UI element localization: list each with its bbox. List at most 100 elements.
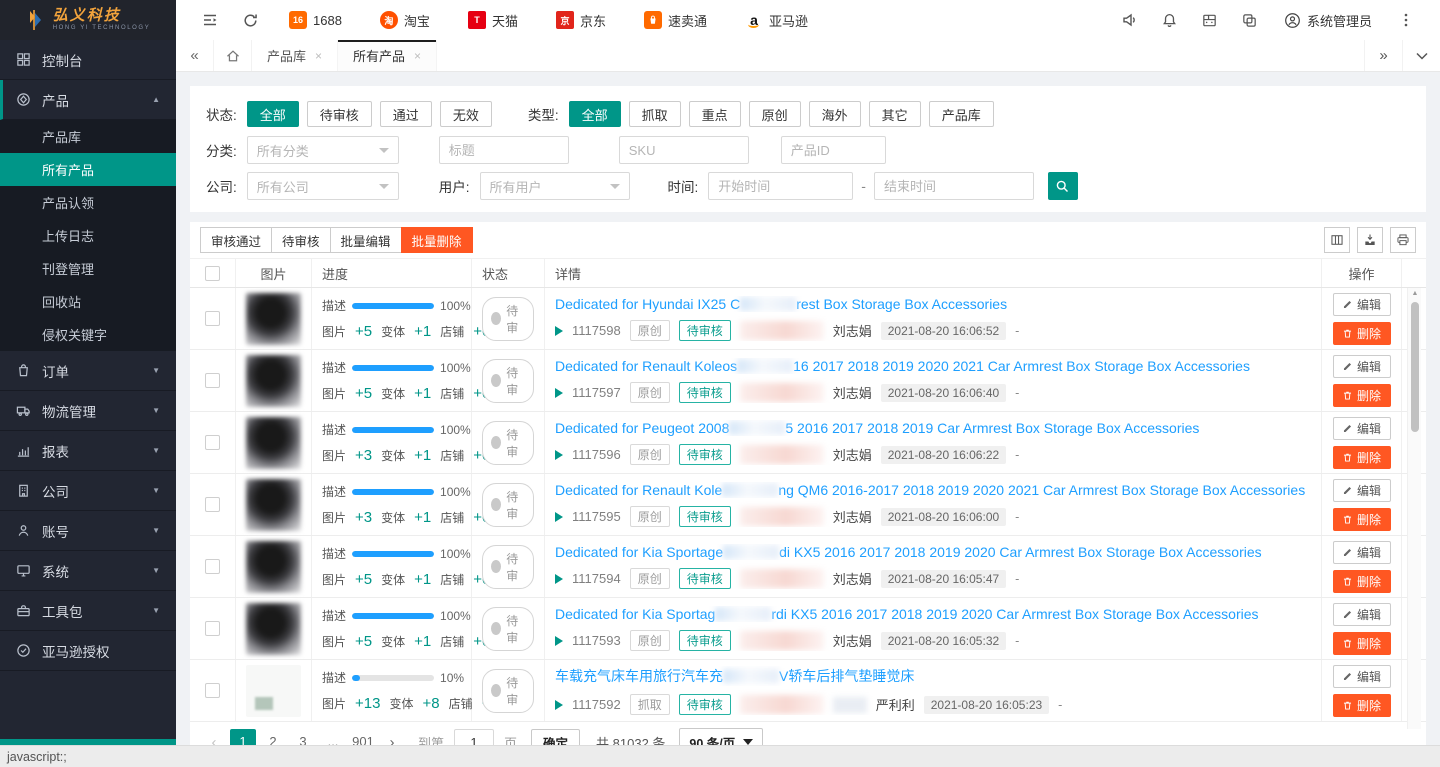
user-select[interactable]: 所有用户 [480, 172, 630, 200]
sidebar-item-logistics[interactable]: 物流管理 ▼ [0, 391, 176, 431]
title-input[interactable] [439, 136, 569, 164]
edit-button[interactable]: 编辑 [1333, 541, 1391, 564]
goto-confirm-button[interactable]: 确定 [531, 729, 580, 745]
product-image[interactable] [246, 603, 301, 655]
product-image[interactable] [246, 417, 301, 469]
sidebar-collapse-icon[interactable] [190, 0, 230, 40]
column-settings-icon[interactable] [1324, 227, 1350, 253]
notification-bell-icon[interactable] [1150, 0, 1190, 40]
type-filter-original[interactable]: 原创 [749, 101, 801, 127]
expand-play-icon[interactable] [555, 326, 563, 336]
product-title-link[interactable]: Dedicated for Renault Koleng QM6 2016-20… [555, 482, 1311, 498]
product-title-link[interactable]: Dedicated for Kia Sportagrdi KX5 2016 20… [555, 606, 1311, 622]
sidebar-item-company[interactable]: 公司 ▼ [0, 471, 176, 511]
set-pending-button[interactable]: 待审核 [271, 227, 331, 253]
product-title-link[interactable]: Dedicated for Kia Sportagedi KX5 2016 20… [555, 544, 1311, 560]
next-page-icon[interactable]: › [380, 734, 404, 746]
product-title-link[interactable]: Dedicated for Peugeot 20085 2016 2017 20… [555, 420, 1311, 436]
edit-button[interactable]: 编辑 [1333, 293, 1391, 316]
sidebar-item-reports[interactable]: 报表 ▼ [0, 431, 176, 471]
print-icon[interactable] [1390, 227, 1416, 253]
page-number-2[interactable]: 2 [260, 729, 286, 745]
tab-all-products[interactable]: 所有产品 × [338, 40, 437, 71]
platform-tab-taobao[interactable]: 淘 淘宝 [361, 0, 449, 40]
delete-button[interactable]: 删除 [1333, 570, 1391, 593]
tab-close-icon[interactable]: × [414, 49, 421, 63]
product-image[interactable] [246, 479, 301, 531]
theme-skin-icon[interactable] [1230, 0, 1270, 40]
table-scrollbar[interactable]: ▲ [1407, 288, 1421, 729]
expand-play-icon[interactable] [555, 512, 563, 522]
scrollbar-thumb[interactable] [1411, 302, 1419, 432]
expand-play-icon[interactable] [555, 450, 563, 460]
delete-button[interactable]: 删除 [1333, 508, 1391, 531]
per-page-select[interactable]: 90 条/页 [679, 728, 763, 745]
sidebar-item-product[interactable]: 产品 ▲ [0, 80, 176, 120]
batch-edit-button[interactable]: 批量编辑 [330, 227, 402, 253]
prev-page-icon[interactable]: ‹ [202, 734, 226, 746]
sidebar-item-system[interactable]: 系统 ▼ [0, 551, 176, 591]
home-tab-icon[interactable] [214, 40, 252, 71]
sidebar-item-console[interactable]: 控制台 [0, 40, 176, 80]
page-number-3[interactable]: 3 [290, 729, 316, 745]
batch-delete-button[interactable]: 批量删除 [401, 227, 473, 253]
tabs-scroll-right-icon[interactable]: » [1364, 40, 1402, 71]
type-filter-all[interactable]: 全部 [569, 101, 621, 127]
page-number-last[interactable]: 901 [350, 729, 376, 745]
sidebar-subitem-product-claim[interactable]: 产品认领 [0, 186, 176, 219]
status-filter-pending[interactable]: 待审核 [307, 101, 372, 127]
type-filter-other[interactable]: 其它 [869, 101, 921, 127]
announcement-icon[interactable] [1110, 0, 1150, 40]
product-image[interactable] [246, 541, 301, 593]
expand-play-icon[interactable] [555, 636, 563, 646]
row-checkbox[interactable] [205, 683, 220, 698]
scrollbar-up-icon[interactable]: ▲ [1410, 290, 1420, 297]
type-filter-library[interactable]: 产品库 [929, 101, 994, 127]
sidebar-subitem-infringement-keywords[interactable]: 侵权关键字 [0, 318, 176, 351]
sidebar-subitem-listing-management[interactable]: 刊登管理 [0, 252, 176, 285]
apps-grid-icon[interactable] [1190, 0, 1230, 40]
expand-play-icon[interactable] [555, 700, 563, 710]
platform-tab-tmall[interactable]: T 天猫 [449, 0, 537, 40]
platform-tab-aliexpress[interactable]: 速卖通 [625, 0, 726, 40]
row-checkbox[interactable] [205, 311, 220, 326]
row-checkbox[interactable] [205, 435, 220, 450]
delete-button[interactable]: 删除 [1333, 322, 1391, 345]
status-filter-passed[interactable]: 通过 [380, 101, 432, 127]
type-filter-overseas[interactable]: 海外 [809, 101, 861, 127]
product-image[interactable] [246, 665, 301, 717]
more-options-icon[interactable] [1386, 0, 1426, 40]
status-filter-all[interactable]: 全部 [247, 101, 299, 127]
row-checkbox[interactable] [205, 621, 220, 636]
sidebar-subitem-recycle-bin[interactable]: 回收站 [0, 285, 176, 318]
sidebar-subitem-product-library[interactable]: 产品库 [0, 120, 176, 153]
row-checkbox[interactable] [205, 497, 220, 512]
edit-button[interactable]: 编辑 [1333, 479, 1391, 502]
expand-play-icon[interactable] [555, 574, 563, 584]
tabs-menu-icon[interactable] [1402, 40, 1440, 71]
product-image[interactable] [246, 355, 301, 407]
row-checkbox[interactable] [205, 559, 220, 574]
status-filter-invalid[interactable]: 无效 [440, 101, 492, 127]
delete-button[interactable]: 删除 [1333, 632, 1391, 655]
search-button[interactable] [1048, 172, 1078, 200]
product-image[interactable] [246, 293, 301, 345]
page-number-1[interactable]: 1 [230, 729, 256, 745]
tabs-scroll-left-icon[interactable]: « [176, 40, 214, 71]
row-checkbox[interactable] [205, 373, 220, 388]
export-icon[interactable] [1357, 227, 1383, 253]
platform-tab-1688[interactable]: 16 1688 [270, 0, 361, 40]
user-menu[interactable]: 系统管理员 [1270, 11, 1386, 30]
sidebar-subitem-upload-log[interactable]: 上传日志 [0, 219, 176, 252]
platform-tab-amazon[interactable]: a 亚马逊 [726, 0, 827, 40]
edit-button[interactable]: 编辑 [1333, 417, 1391, 440]
tab-close-icon[interactable]: × [315, 49, 322, 63]
sidebar-subitem-all-products[interactable]: 所有产品 [0, 153, 176, 186]
goto-page-input[interactable] [454, 729, 494, 745]
category-select[interactable]: 所有分类 [247, 136, 399, 164]
type-filter-key[interactable]: 重点 [689, 101, 741, 127]
product-title-link[interactable]: Dedicated for Renault Koleos16 2017 2018… [555, 358, 1311, 374]
sidebar-item-amazon-authorization[interactable]: 亚马逊授权 [0, 631, 176, 671]
product-title-link[interactable]: Dedicated for Hyundai IX25 Crest Box Sto… [555, 296, 1311, 312]
tab-product-library[interactable]: 产品库 × [252, 40, 338, 71]
